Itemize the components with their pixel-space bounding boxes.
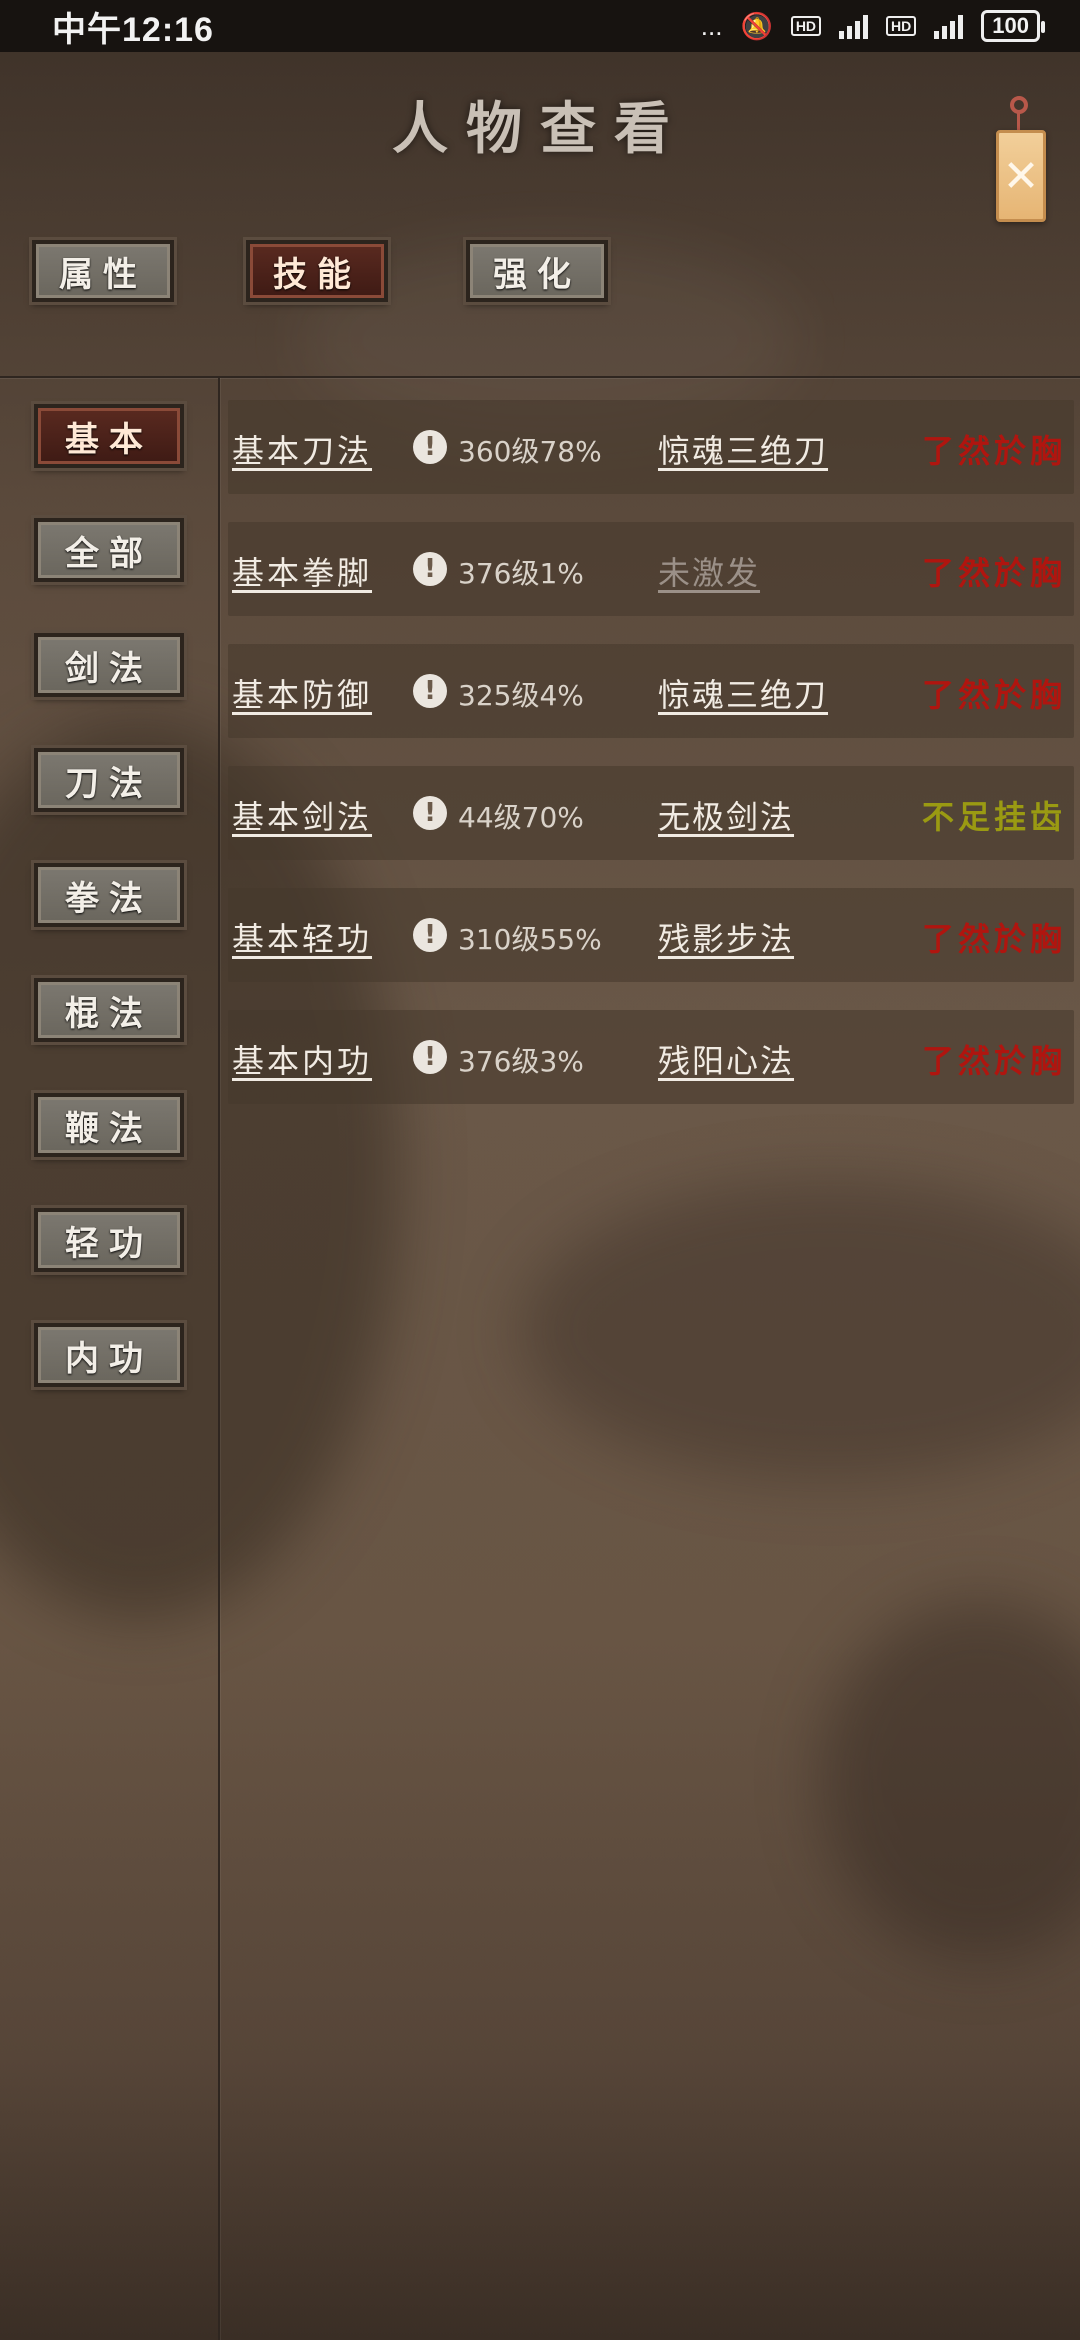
sidebar-item-staff[interactable]: 棍法 bbox=[31, 975, 187, 1045]
skill-row: 基本轻功 ! 310级55% 残影步法 了然於胸 bbox=[228, 888, 1074, 982]
advanced-skill-link[interactable]: 惊魂三绝刀 bbox=[658, 426, 828, 472]
skill-rank: 不足挂齿 bbox=[921, 798, 1066, 836]
skill-level: 310级55% bbox=[458, 923, 602, 956]
skill-name-link[interactable]: 基本刀法 bbox=[232, 426, 372, 472]
hd-icon: HD bbox=[790, 16, 822, 36]
sidebar-item-all[interactable]: 全部 bbox=[31, 515, 187, 585]
header-divider bbox=[0, 376, 1080, 378]
status-time: 中午12:16 bbox=[52, 10, 214, 49]
close-button[interactable]: ✕ bbox=[996, 96, 1046, 224]
hd-icon-2: HD bbox=[886, 16, 917, 36]
advanced-skill-link[interactable]: 残影步法 bbox=[658, 914, 794, 960]
warning-icon[interactable]: ! bbox=[413, 674, 447, 708]
sidebar-item-fist[interactable]: 拳法 bbox=[31, 860, 187, 930]
skill-rank: 了然於胸 bbox=[921, 920, 1066, 958]
close-icon[interactable]: ✕ bbox=[996, 130, 1046, 222]
warning-icon[interactable]: ! bbox=[413, 918, 447, 952]
sidebar-item-blade[interactable]: 刀法 bbox=[31, 745, 187, 815]
warning-icon[interactable]: ! bbox=[413, 796, 447, 830]
tab-attributes[interactable]: 属性 bbox=[29, 237, 177, 305]
skill-rank: 了然於胸 bbox=[921, 676, 1066, 714]
skill-level: 376级3% bbox=[458, 1045, 584, 1078]
skill-row: 基本剑法 ! 44级70% 无极剑法 不足挂齿 bbox=[228, 766, 1074, 860]
sidebar-item-sword[interactable]: 剑法 bbox=[31, 630, 187, 700]
skill-level: 360级78% bbox=[458, 435, 602, 468]
more-dots-icon: ... bbox=[700, 10, 723, 41]
status-bar: 中午12:16 ... 🔕 HD HD 100 bbox=[0, 0, 1080, 52]
warning-icon[interactable]: ! bbox=[413, 1040, 447, 1074]
skill-row: 基本防御 ! 325级4% 惊魂三绝刀 了然於胸 bbox=[228, 644, 1074, 738]
skill-level: 44级70% bbox=[458, 801, 584, 834]
skill-name-link[interactable]: 基本内功 bbox=[232, 1036, 372, 1082]
warning-icon[interactable]: ! bbox=[413, 430, 447, 464]
advanced-skill-link[interactable]: 无极剑法 bbox=[658, 792, 794, 838]
skill-rank: 了然於胸 bbox=[921, 554, 1066, 592]
skill-name-link[interactable]: 基本轻功 bbox=[232, 914, 372, 960]
skill-row: 基本刀法 ! 360级78% 惊魂三绝刀 了然於胸 bbox=[228, 400, 1074, 494]
skill-row: 基本拳脚 ! 376级1% 未激发 了然於胸 bbox=[228, 522, 1074, 616]
sidebar-item-whip[interactable]: 鞭法 bbox=[31, 1090, 187, 1160]
skill-rank: 了然於胸 bbox=[921, 1042, 1066, 1080]
sidebar-item-basic[interactable]: 基本 bbox=[31, 401, 187, 471]
skill-rank: 了然於胸 bbox=[921, 432, 1066, 470]
skill-name-link[interactable]: 基本防御 bbox=[232, 670, 372, 716]
skill-level: 325级4% bbox=[458, 679, 584, 712]
advanced-skill-link[interactable]: 惊魂三绝刀 bbox=[658, 670, 828, 716]
skill-name-link[interactable]: 基本拳脚 bbox=[232, 548, 372, 594]
tab-skills[interactable]: 技能 bbox=[243, 237, 391, 305]
skill-level: 376级1% bbox=[458, 557, 584, 590]
skill-row: 基本内功 ! 376级3% 残阳心法 了然於胸 bbox=[228, 1010, 1074, 1104]
signal-icon bbox=[839, 13, 869, 39]
advanced-skill-link[interactable]: 未激发 bbox=[658, 548, 760, 594]
skill-name-link[interactable]: 基本剑法 bbox=[232, 792, 372, 838]
signal-icon-2 bbox=[934, 13, 964, 39]
advanced-skill-link[interactable]: 残阳心法 bbox=[658, 1036, 794, 1082]
sidebar-item-lightness[interactable]: 轻功 bbox=[31, 1205, 187, 1275]
bell-muted-icon: 🔕 bbox=[740, 10, 773, 41]
sidebar-divider bbox=[218, 378, 220, 2340]
battery-icon: 100 bbox=[981, 10, 1045, 42]
page-title: 人物查看 bbox=[392, 96, 688, 162]
status-icons: ... 🔕 HD HD 100 bbox=[700, 10, 1045, 42]
tab-enhance[interactable]: 强化 bbox=[463, 237, 611, 305]
warning-icon[interactable]: ! bbox=[413, 552, 447, 586]
sidebar-item-internal[interactable]: 内功 bbox=[31, 1320, 187, 1390]
